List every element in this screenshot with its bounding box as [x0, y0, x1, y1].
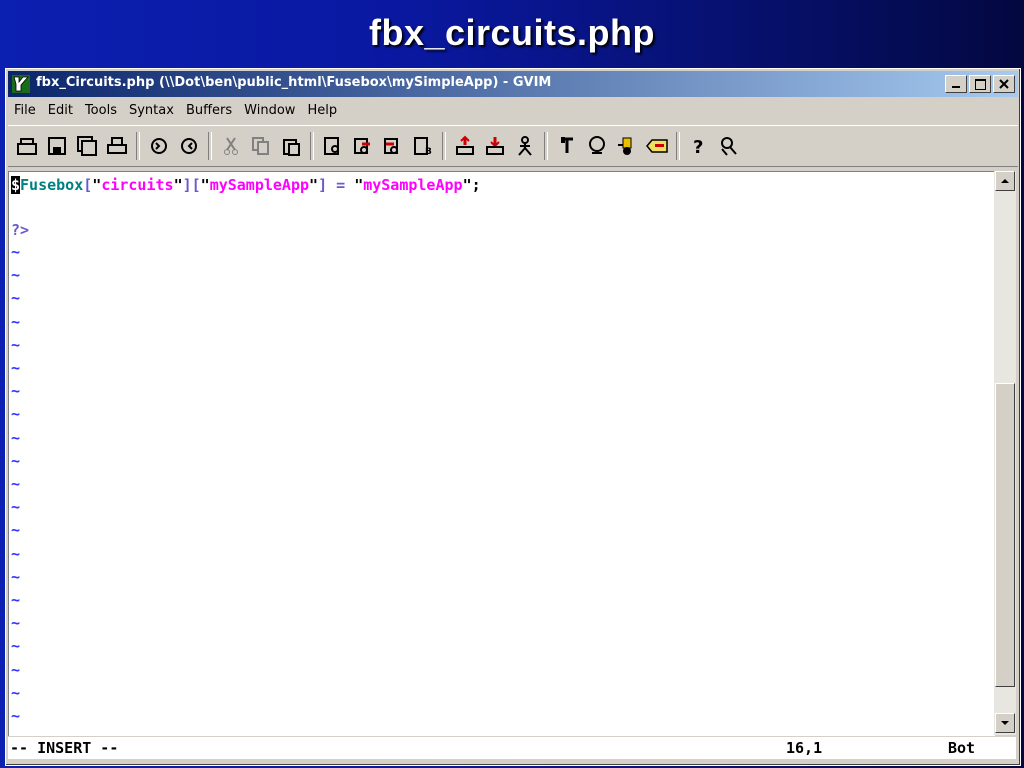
quote: " — [200, 176, 210, 194]
tilde-marker: ~ — [11, 498, 21, 517]
copy-icon[interactable] — [246, 131, 276, 161]
php-close-tag: ?> — [11, 221, 30, 239]
tilde-marker: ~ — [11, 451, 21, 470]
svg-text:B: B — [425, 147, 432, 156]
cursor-position: 16,1 — [786, 739, 823, 757]
save-all-icon[interactable] — [72, 131, 102, 161]
title-bar[interactable]: fbx_Circuits.php (\\Dot\ben\public_html\… — [8, 71, 1018, 97]
quote: " — [462, 176, 472, 194]
print-icon[interactable] — [102, 131, 132, 161]
scroll-position: Bot — [948, 739, 976, 757]
tilde-marker: ~ — [11, 405, 21, 424]
menu-help[interactable]: Help — [301, 103, 343, 118]
shell-icon[interactable] — [552, 131, 582, 161]
help-icon[interactable]: ? — [684, 131, 714, 161]
cut-icon[interactable] — [216, 131, 246, 161]
semicolon: ; — [471, 176, 481, 194]
tilde-marker: ~ — [11, 567, 21, 586]
tag-jump-icon[interactable] — [612, 131, 642, 161]
tilde-marker: ~ — [11, 359, 21, 377]
tilde-marker: ~ — [11, 707, 21, 725]
toolbar: B ? — [8, 125, 1018, 167]
maximize-button[interactable] — [969, 75, 991, 93]
menu-window[interactable]: Window — [238, 103, 301, 118]
editor-text-area[interactable]: $Fusebox["circuits"]["mySampleApp"] = "m… — [8, 171, 995, 736]
tilde-marker: ~ — [11, 312, 21, 331]
tilde-marker: ~ — [11, 683, 21, 702]
text-cursor: $ — [11, 176, 21, 194]
gvim-window: fbx_Circuits.php (\\Dot\ben\public_html\… — [5, 68, 1021, 766]
tilde-marker: ~ — [11, 335, 21, 354]
php-variable: Fusebox — [20, 176, 84, 194]
make-icon[interactable] — [510, 131, 540, 161]
window-caption: fbx_Circuits.php (\\Dot\ben\public_html\… — [36, 75, 552, 90]
menu-buffers[interactable]: Buffers — [180, 103, 238, 118]
slide-title: fbx_circuits.php — [368, 12, 656, 53]
save-session-icon[interactable] — [450, 131, 480, 161]
string-circuits: circuits — [101, 176, 174, 194]
build-tags-icon[interactable] — [582, 131, 612, 161]
tilde-marker: ~ — [11, 475, 21, 493]
mode-indicator: -- INSERT -- — [10, 739, 119, 757]
tilde-marker: ~ — [11, 428, 21, 447]
paste-icon[interactable] — [276, 131, 306, 161]
string-app-value: mySampleApp — [363, 176, 463, 194]
find-next-icon[interactable] — [348, 131, 378, 161]
tilde-marker: ~ — [11, 266, 21, 285]
scroll-up-button[interactable] — [995, 171, 1015, 191]
minimize-button[interactable] — [945, 75, 967, 93]
undo-icon[interactable] — [144, 131, 174, 161]
find-help-icon[interactable] — [714, 131, 744, 161]
scroll-thumb[interactable] — [995, 383, 1015, 687]
open-icon[interactable] — [12, 131, 42, 161]
code-line-1: $Fusebox["circuits"]["mySampleApp"] = "m… — [11, 174, 481, 196]
assignment-operator: = — [327, 176, 355, 194]
menu-tools[interactable]: Tools — [79, 103, 123, 118]
help-tag-icon[interactable] — [642, 131, 672, 161]
status-line: -- INSERT -- 16,1 Bot — [8, 737, 1016, 759]
tilde-marker: ~ — [11, 382, 21, 401]
quote: " — [354, 176, 364, 194]
vertical-scrollbar[interactable] — [994, 171, 1016, 735]
tilde-marker: ~ — [11, 544, 21, 563]
string-app-key: mySampleApp — [209, 176, 310, 194]
run-script-icon[interactable] — [480, 131, 510, 161]
quote: " — [173, 176, 183, 194]
menu-edit[interactable]: Edit — [42, 103, 79, 118]
bracket: [ — [83, 176, 93, 194]
menu-file[interactable]: File — [8, 103, 42, 118]
find-prev-icon[interactable] — [378, 131, 408, 161]
tilde-marker: ~ — [11, 243, 21, 261]
close-button[interactable] — [993, 75, 1015, 93]
tilde-marker: ~ — [11, 521, 21, 540]
find-icon[interactable] — [318, 131, 348, 161]
save-icon[interactable] — [42, 131, 72, 161]
load-session-icon[interactable]: B — [408, 131, 438, 161]
tilde-marker: ~ — [11, 660, 21, 679]
tilde-marker: ~ — [11, 591, 21, 609]
redo-icon[interactable] — [174, 131, 204, 161]
scroll-down-button[interactable] — [995, 713, 1015, 733]
tilde-marker: ~ — [11, 614, 21, 633]
quote: " — [309, 176, 319, 194]
bracket: ][ — [182, 176, 201, 194]
vim-app-icon — [12, 75, 30, 93]
tilde-marker: ~ — [11, 637, 21, 656]
menu-syntax[interactable]: Syntax — [123, 103, 180, 118]
quote: " — [92, 176, 102, 194]
svg-text:?: ? — [693, 137, 703, 157]
bracket: ] — [318, 176, 328, 194]
menu-bar: File Edit Tools Syntax Buffers Window He… — [8, 99, 1018, 121]
tilde-marker: ~ — [11, 289, 21, 308]
